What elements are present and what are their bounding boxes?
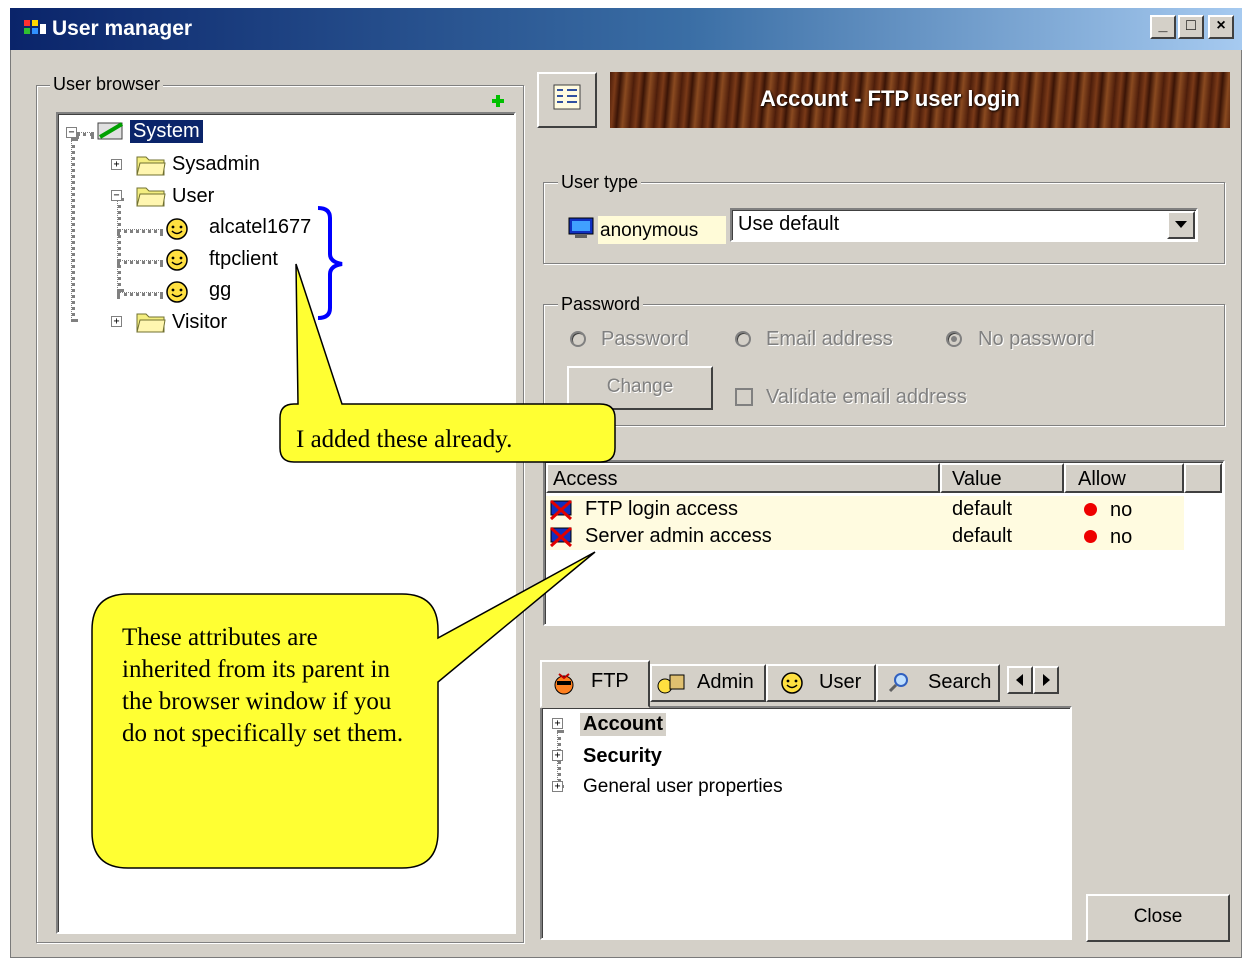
tab-scroll-right[interactable] <box>1033 666 1059 694</box>
callout-inherited: These attributes are inherited from its … <box>122 624 404 747</box>
app-icon <box>24 20 46 34</box>
window-title: User manager <box>52 17 193 40</box>
table-row-allow: no <box>1110 499 1133 521</box>
view-toggle-button[interactable] <box>537 72 597 128</box>
system-icon <box>97 122 124 140</box>
search-icon <box>888 673 908 693</box>
table-row-value: default <box>952 498 1013 520</box>
tree-item-user[interactable]: User <box>172 185 214 208</box>
validate-email-label: Validate email address <box>766 386 967 408</box>
minimize-button[interactable]: _ <box>1150 15 1176 39</box>
radio-no-password-label: No password <box>978 328 1095 350</box>
tab-ftp-label: FTP <box>591 670 629 692</box>
chevron-down-icon <box>1175 221 1187 228</box>
tree-item-sysadmin[interactable]: Sysadmin <box>172 153 260 176</box>
column-label-value: Value <box>952 468 1002 490</box>
folder-icon <box>136 156 166 176</box>
admin-icon <box>657 674 685 694</box>
callout-added: I added these already. <box>296 426 513 453</box>
folder-open-icon <box>136 187 166 207</box>
callout-shapes <box>91 263 616 869</box>
close-window-button[interactable]: × <box>1208 15 1234 39</box>
title-bar[interactable] <box>10 8 1242 50</box>
tab-user-label: User <box>819 671 862 693</box>
arrow-right-icon <box>1043 674 1050 686</box>
red-dot-icon <box>1084 503 1097 516</box>
red-dot-icon <box>1084 530 1097 543</box>
tab-scroll-left[interactable] <box>1007 666 1033 694</box>
ftp-icon <box>554 673 574 695</box>
column-header-filler <box>1184 463 1222 493</box>
user-browser-label: User browser <box>50 74 164 95</box>
add-user-icon[interactable] <box>490 94 506 108</box>
header-title: Account - FTP user login <box>760 86 1020 111</box>
tab-search-label: Search <box>928 671 992 693</box>
expand-icon[interactable]: + <box>111 159 122 170</box>
tree-line <box>117 229 163 233</box>
maximize-button[interactable]: □ <box>1178 15 1204 39</box>
radio-email-address[interactable] <box>735 331 751 347</box>
arrow-left-icon <box>1016 674 1023 686</box>
tree-line <box>76 132 94 136</box>
dropdown-button[interactable] <box>1167 211 1195 239</box>
close-button[interactable]: Close <box>1086 894 1230 942</box>
validate-email-checkbox[interactable] <box>735 388 753 406</box>
tab-admin-label: Admin <box>697 671 754 693</box>
tree-item-alcatel1677[interactable]: alcatel1677 <box>209 216 311 239</box>
collapse-icon[interactable]: − <box>66 127 77 138</box>
grid-icon <box>553 84 581 110</box>
user-type-select-value: Use default <box>738 213 840 235</box>
radio-no-password[interactable] <box>946 331 962 347</box>
smiley-user-icon <box>166 218 188 240</box>
tree-line <box>71 138 75 322</box>
user-type-label: User type <box>558 172 642 193</box>
collapse-icon[interactable]: − <box>111 190 122 201</box>
radio-email-address-label: Email address <box>766 328 893 350</box>
smiley-user-icon <box>781 672 803 694</box>
table-row-value: default <box>952 525 1013 547</box>
tree-root-system[interactable]: System <box>130 120 203 143</box>
table-row-allow: no <box>1110 526 1133 548</box>
column-label-allow: Allow <box>1078 468 1126 490</box>
monitor-icon <box>568 217 594 238</box>
